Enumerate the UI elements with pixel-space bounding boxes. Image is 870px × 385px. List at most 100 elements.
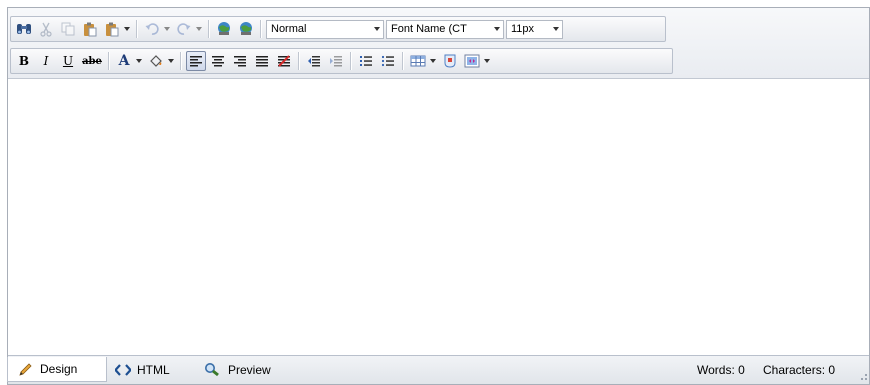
undo-dropdown[interactable] xyxy=(163,19,171,39)
chevron-down-icon xyxy=(124,27,130,31)
toolbar-row-2: B I U abe A xyxy=(10,48,673,74)
highlight-color-icon xyxy=(150,55,162,67)
find-button[interactable] xyxy=(14,19,34,39)
html-editor: Normal Font Name (CT 11px B I U abe A De… xyxy=(7,7,870,385)
toolbar-separator xyxy=(180,52,182,70)
chevron-down-icon xyxy=(371,27,383,31)
numbered-list-button[interactable] xyxy=(356,51,376,71)
indent-icon xyxy=(330,56,342,67)
tab-preview[interactable]: Preview xyxy=(204,357,294,382)
toolbar-separator xyxy=(402,52,404,70)
insert-image-button[interactable] xyxy=(440,51,460,71)
indent-button[interactable] xyxy=(326,51,346,71)
chevron-down-icon xyxy=(164,27,170,31)
toolbar-separator xyxy=(298,52,300,70)
italic-icon: I xyxy=(43,54,49,68)
paste-options-dropdown[interactable] xyxy=(123,19,131,39)
align-right-button[interactable] xyxy=(230,51,250,71)
code-brackets-icon xyxy=(115,363,131,376)
bulleted-list-button[interactable] xyxy=(378,51,398,71)
bold-icon: B xyxy=(18,54,30,68)
bulleted-list-icon xyxy=(381,55,394,67)
align-left-icon xyxy=(190,56,202,67)
font-color-dropdown[interactable] xyxy=(135,51,143,71)
remove-link-icon xyxy=(240,22,252,35)
underline-icon: U xyxy=(62,54,74,68)
justify-icon xyxy=(256,56,268,67)
tab-preview-label: Preview xyxy=(228,362,271,377)
toolbar-separator xyxy=(260,20,262,38)
paragraph-style-value: Normal xyxy=(271,23,307,35)
hyperlink-button[interactable] xyxy=(214,19,234,39)
toolbar-separator xyxy=(350,52,352,70)
hyperlink-icon xyxy=(218,22,230,35)
clear-formatting-button[interactable] xyxy=(274,51,294,71)
chevron-down-icon xyxy=(430,59,436,63)
font-name-select[interactable]: Font Name (CT xyxy=(386,19,504,39)
outdent-icon xyxy=(308,56,320,67)
paste-options-button[interactable] xyxy=(102,19,122,39)
strikethrough-button[interactable]: abe xyxy=(80,51,104,71)
insert-table-button[interactable] xyxy=(408,51,428,71)
copy-icon xyxy=(61,22,75,36)
paste-options-icon xyxy=(106,22,119,37)
chevron-down-icon xyxy=(196,27,202,31)
align-center-button[interactable] xyxy=(208,51,228,71)
bold-button[interactable]: B xyxy=(14,51,34,71)
redo-dropdown[interactable] xyxy=(195,19,203,39)
undo-button[interactable] xyxy=(142,19,162,39)
outdent-button[interactable] xyxy=(304,51,324,71)
character-count: Characters: 0 xyxy=(763,363,836,377)
highlight-color-button[interactable] xyxy=(146,51,166,71)
italic-button[interactable]: I xyxy=(36,51,56,71)
chevron-down-icon xyxy=(550,27,562,31)
pencil-icon xyxy=(19,363,32,376)
copy-button[interactable] xyxy=(58,19,78,39)
chevron-down-icon xyxy=(168,59,174,63)
chevron-down-icon xyxy=(484,59,490,63)
resize-grip-icon[interactable] xyxy=(861,374,867,380)
align-right-icon xyxy=(234,56,246,67)
insert-table-dropdown[interactable] xyxy=(429,51,437,71)
insert-media-dropdown[interactable] xyxy=(483,51,491,71)
insert-media-icon xyxy=(464,54,480,68)
undo-icon xyxy=(145,23,159,35)
word-count: Words: 0 xyxy=(697,363,745,377)
insert-media-button[interactable] xyxy=(462,51,482,71)
strikethrough-icon: abe xyxy=(82,55,102,67)
toolbar-row-1: Normal Font Name (CT 11px xyxy=(10,16,666,42)
highlight-color-dropdown[interactable] xyxy=(167,51,175,71)
status-bar: Design HTML Preview Words: 0 Characters:… xyxy=(7,355,869,384)
magnifier-icon xyxy=(205,362,219,376)
align-left-button[interactable] xyxy=(186,51,206,71)
editor-content-area[interactable] xyxy=(8,79,869,356)
clear-formatting-icon xyxy=(278,55,290,67)
chevron-down-icon xyxy=(491,27,503,31)
chevron-down-icon xyxy=(136,59,142,63)
toolbar-separator xyxy=(136,20,138,38)
toolbar-separator xyxy=(208,20,210,38)
remove-link-button[interactable] xyxy=(236,19,256,39)
tab-html-label: HTML xyxy=(137,362,170,377)
tab-html[interactable]: HTML xyxy=(115,357,195,382)
redo-button[interactable] xyxy=(174,19,194,39)
underline-button[interactable]: U xyxy=(58,51,78,71)
justify-button[interactable] xyxy=(252,51,272,71)
font-color-icon: A xyxy=(118,53,130,69)
font-size-value: 11px xyxy=(511,23,535,35)
redo-icon xyxy=(177,23,191,35)
paste-button[interactable] xyxy=(80,19,100,39)
insert-image-icon xyxy=(444,54,456,68)
find-icon xyxy=(17,24,31,34)
paragraph-style-select[interactable]: Normal xyxy=(266,19,384,39)
font-size-select[interactable]: 11px xyxy=(506,19,563,39)
paste-icon xyxy=(84,22,97,37)
font-color-button[interactable]: A xyxy=(114,51,134,71)
insert-table-icon xyxy=(410,55,426,67)
tab-design[interactable]: Design xyxy=(7,357,107,382)
font-name-value: Font Name (CT xyxy=(391,23,467,35)
toolbar-area: Normal Font Name (CT 11px B I U abe A xyxy=(8,8,869,79)
align-center-icon xyxy=(212,56,224,67)
cut-button[interactable] xyxy=(36,19,56,39)
toolbar-separator xyxy=(108,52,110,70)
